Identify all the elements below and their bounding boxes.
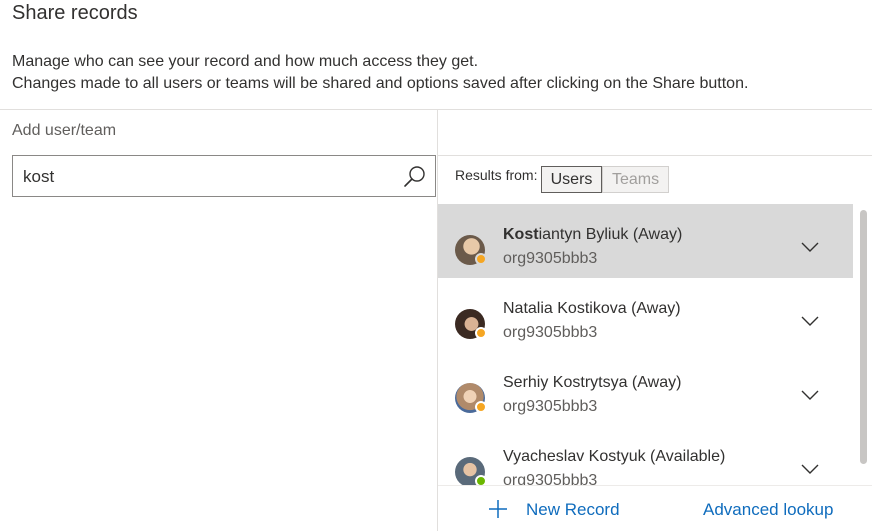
search-input[interactable] xyxy=(23,166,393,188)
result-org: org9305bbb3 xyxy=(503,398,598,415)
chevron-down-icon[interactable] xyxy=(800,315,820,327)
add-user-team-label: Add user/team xyxy=(12,122,117,139)
presence-away-icon xyxy=(475,401,487,413)
new-record-link[interactable]: New Record xyxy=(526,500,620,520)
results-footer: New Record Advanced lookup xyxy=(438,485,872,532)
name-rest: Serhiy Kostrytsya (Away) xyxy=(503,374,682,391)
result-row-kostiantyn-byliuk[interactable]: Kostiantyn Byliuk (Away) org9305bbb3 xyxy=(438,204,853,278)
results-list: Kostiantyn Byliuk (Away) org9305bbb3 Nat… xyxy=(438,204,853,486)
chevron-down-icon[interactable] xyxy=(800,389,820,401)
result-org: org9305bbb3 xyxy=(503,324,598,341)
result-name: Kostiantyn Byliuk (Away) xyxy=(503,226,682,244)
name-match: Kost xyxy=(503,226,539,243)
advanced-lookup-link[interactable]: Advanced lookup xyxy=(703,500,833,520)
name-rest: Vyacheslav Kostyuk (Available) xyxy=(503,448,726,465)
name-rest: Natalia Kostikova (Away) xyxy=(503,300,681,317)
result-org: org9305bbb3 xyxy=(503,250,598,267)
chevron-down-icon[interactable] xyxy=(800,241,820,253)
result-name: Serhiy Kostrytsya (Away) xyxy=(503,374,681,392)
search-icon[interactable] xyxy=(403,165,427,189)
presence-away-icon xyxy=(475,253,487,265)
dialog-description: Manage who can see your record and how m… xyxy=(12,51,748,95)
plus-icon[interactable] xyxy=(488,499,508,519)
chevron-down-icon[interactable] xyxy=(800,463,820,475)
result-row-natalia-kostikova[interactable]: Natalia Kostikova (Away) org9305bbb3 xyxy=(438,278,853,352)
dialog-title: Share records xyxy=(12,2,138,24)
result-name: Natalia Kostikova (Away) xyxy=(503,300,681,318)
description-line-1: Manage who can see your record and how m… xyxy=(12,53,479,70)
tab-teams[interactable]: Teams xyxy=(602,166,669,193)
result-name: Vyacheslav Kostyuk (Available) xyxy=(503,448,725,466)
result-org: org9305bbb3 xyxy=(503,472,598,486)
results-header-divider xyxy=(438,155,872,156)
result-row-vyacheslav-kostyuk[interactable]: Vyacheslav Kostyuk (Available) org9305bb… xyxy=(438,426,853,486)
results-scrollbar[interactable] xyxy=(860,210,867,464)
search-box xyxy=(12,155,436,197)
top-divider xyxy=(0,109,872,110)
results-from-label: Results from: xyxy=(455,167,538,183)
result-row-serhiy-kostrytsya[interactable]: Serhiy Kostrytsya (Away) org9305bbb3 xyxy=(438,352,853,426)
presence-away-icon xyxy=(475,327,487,339)
name-rest: iantyn Byliuk (Away) xyxy=(538,226,683,243)
tab-users[interactable]: Users xyxy=(541,166,602,193)
description-line-2: Changes made to all users or teams will … xyxy=(12,75,749,92)
